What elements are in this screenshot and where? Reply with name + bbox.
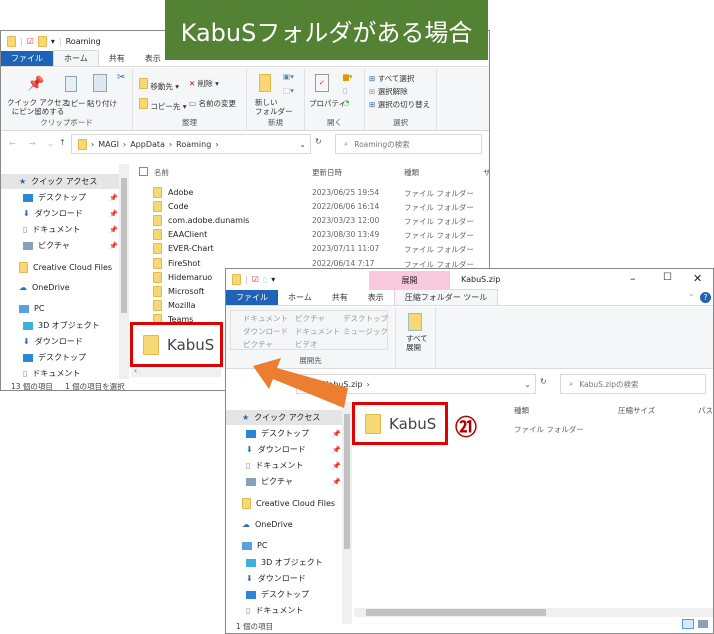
- arrow-shape: [253, 358, 348, 408]
- arrow-indicator: [253, 358, 348, 408]
